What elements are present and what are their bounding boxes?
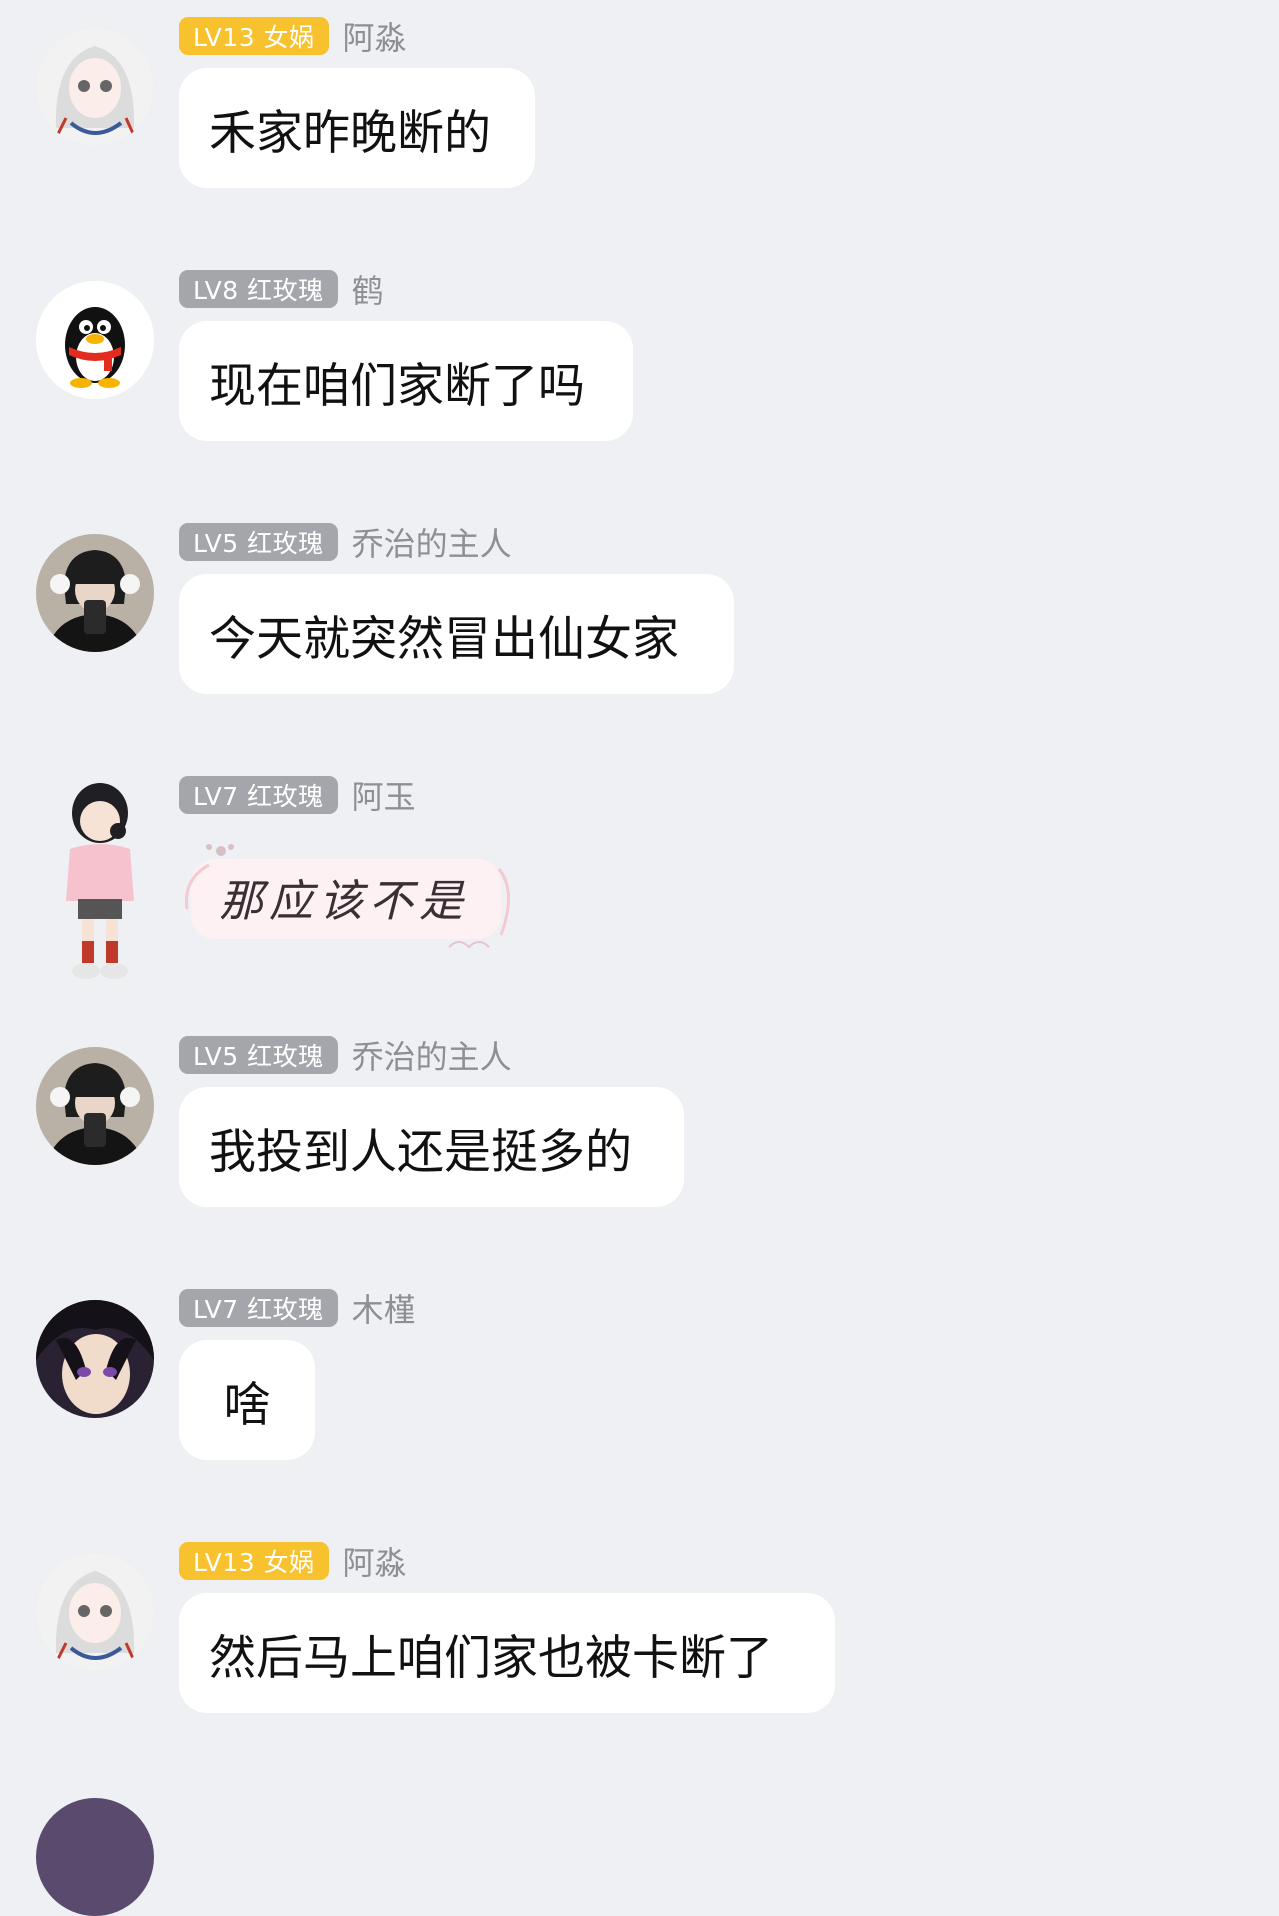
- sender-name[interactable]: 鹤: [352, 266, 384, 312]
- message-bubble[interactable]: 然后马上咱们家也被卡断了: [179, 1593, 835, 1713]
- sender-name[interactable]: 乔治的主人: [352, 1032, 512, 1078]
- sender-meta: LV13 女娲 阿淼: [179, 1538, 407, 1584]
- sender-meta: LV8 红玫瑰 鹤: [179, 266, 384, 312]
- sender-meta: LV13 女娲 阿淼: [179, 13, 407, 59]
- anime-girl-white-hair-avatar-icon: [36, 1553, 154, 1671]
- message-text: 我投到人还是挺多的: [209, 1124, 632, 1180]
- sticker-text: 那应该不是: [219, 876, 469, 927]
- sender-name[interactable]: 阿淼: [343, 1538, 407, 1584]
- sender-meta: LV7 红玫瑰 阿玉: [179, 772, 416, 818]
- message-text: 禾家昨晚断的: [209, 105, 491, 161]
- message-text: 现在咱们家断了吗: [209, 358, 585, 414]
- message-text: 啥: [223, 1377, 271, 1433]
- level-badge: LV13 女娲: [179, 1542, 329, 1580]
- message-bubble[interactable]: 我投到人还是挺多的: [179, 1087, 684, 1207]
- message-text: 然后马上咱们家也被卡断了: [209, 1630, 773, 1686]
- sender-name[interactable]: 阿淼: [343, 13, 407, 59]
- sender-name[interactable]: 阿玉: [352, 772, 416, 818]
- message-bubble[interactable]: 现在咱们家断了吗: [179, 321, 633, 441]
- message-bubble[interactable]: 禾家昨晚断的: [179, 68, 535, 188]
- level-badge: LV13 女娲: [179, 17, 329, 55]
- sender-name[interactable]: 乔治的主人: [352, 519, 512, 565]
- mirror-selfie-avatar-icon: [36, 1047, 154, 1165]
- sender-meta: LV7 红玫瑰 木槿: [179, 1285, 416, 1331]
- user-avatar[interactable]: [36, 534, 154, 652]
- level-badge: LV7 红玫瑰: [179, 1289, 338, 1327]
- user-avatar[interactable]: [48, 781, 152, 991]
- anime-boy-avatar-icon: [36, 1300, 154, 1418]
- level-badge: LV5 红玫瑰: [179, 523, 338, 561]
- level-badge: LV8 红玫瑰: [179, 270, 338, 308]
- message-text: 今天就突然冒出仙女家: [209, 611, 679, 667]
- anime-girl-white-hair-avatar-icon: [36, 28, 154, 146]
- user-avatar[interactable]: [36, 28, 154, 146]
- sender-meta: LV5 红玫瑰 乔治的主人: [179, 1032, 512, 1078]
- sticker-message[interactable]: 那应该不是: [179, 839, 519, 961]
- user-avatar[interactable]: [36, 1553, 154, 1671]
- message-bubble[interactable]: 啥: [179, 1340, 315, 1460]
- user-avatar[interactable]: [36, 1047, 154, 1165]
- sender-name[interactable]: 木槿: [352, 1285, 416, 1331]
- sender-meta: LV5 红玫瑰 乔治的主人: [179, 519, 512, 565]
- user-avatar[interactable]: [36, 1300, 154, 1418]
- user-avatar[interactable]: [36, 281, 154, 399]
- qq-penguin-avatar-icon: [36, 281, 154, 399]
- level-badge: LV5 红玫瑰: [179, 1036, 338, 1074]
- chibi-girl-avatar-icon: [66, 783, 134, 979]
- mirror-selfie-avatar-icon: [36, 534, 154, 652]
- level-badge: LV7 红玫瑰: [179, 776, 338, 814]
- message-bubble[interactable]: 今天就突然冒出仙女家: [179, 574, 734, 694]
- user-avatar[interactable]: [36, 1798, 154, 1916]
